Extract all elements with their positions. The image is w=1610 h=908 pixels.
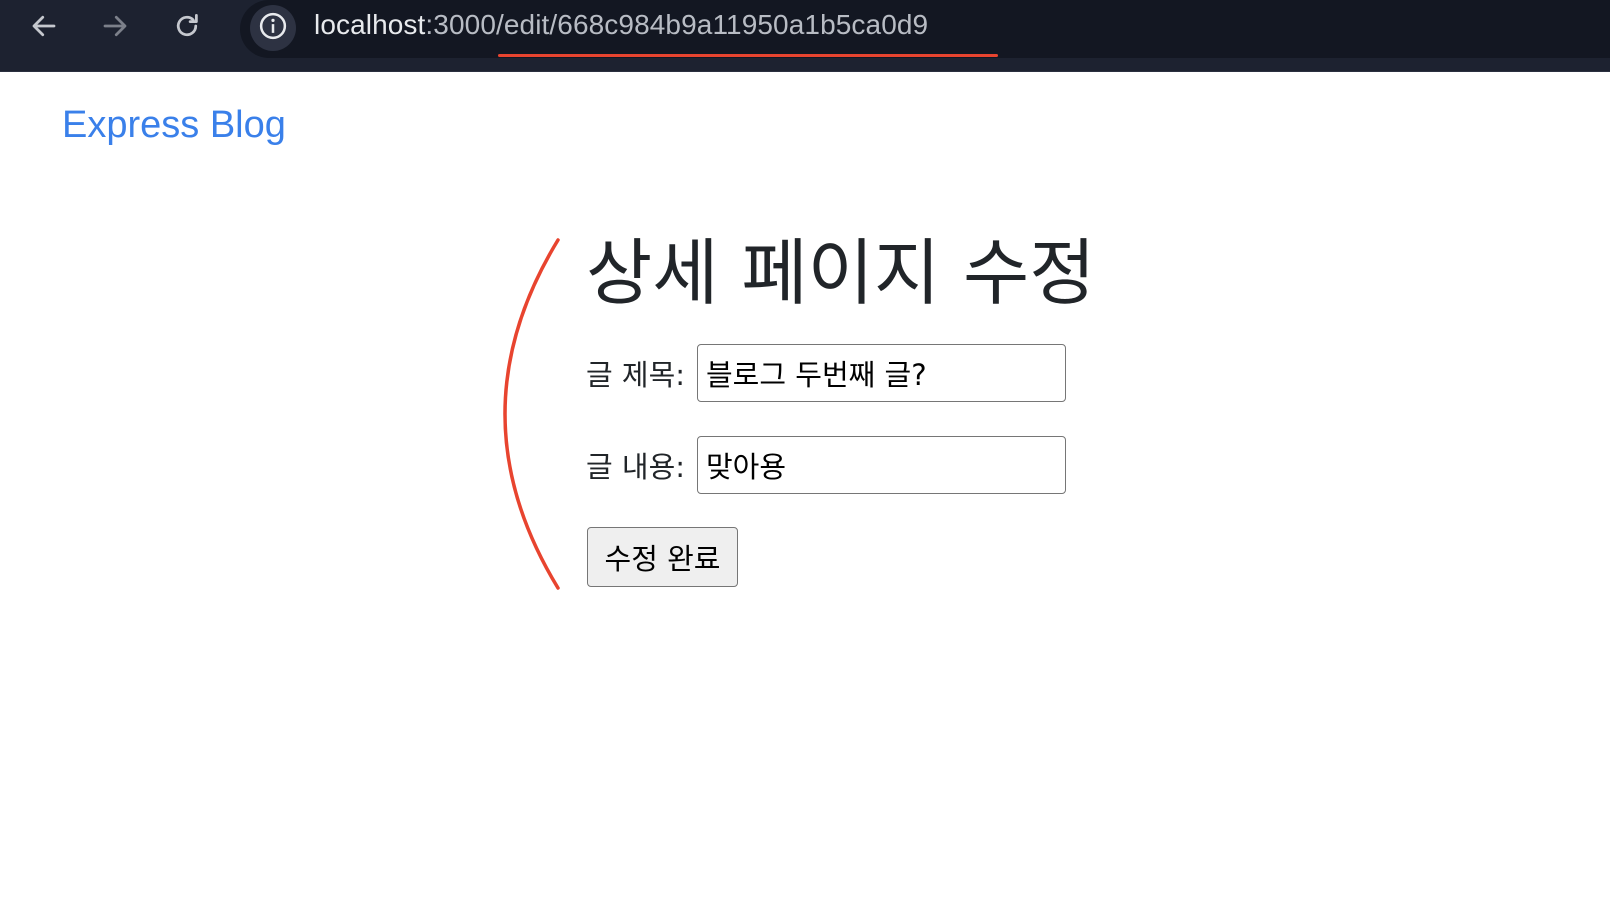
site-info-button[interactable] <box>250 5 296 51</box>
annotation-arc <box>490 236 560 596</box>
address-bar[interactable]: localhost:3000/edit/668c984b9a11950a1b5c… <box>240 0 1610 58</box>
url-host: localhost <box>314 9 426 40</box>
reload-icon <box>172 11 202 41</box>
submit-edit-button[interactable]: 수정 완료 <box>587 527 738 587</box>
page-title: 상세 페이지 수정 <box>586 231 1096 315</box>
url-path: :3000/edit/668c984b9a11950a1b5ca0d9 <box>425 9 929 40</box>
info-icon <box>258 11 288 45</box>
browser-toolbar: localhost:3000/edit/668c984b9a11950a1b5c… <box>0 0 1610 72</box>
back-button[interactable] <box>24 6 64 46</box>
arrow-right-icon <box>100 11 130 41</box>
content-input[interactable] <box>697 436 1066 494</box>
url-annotation-underline <box>498 54 998 57</box>
title-input[interactable] <box>697 344 1066 402</box>
reload-button[interactable] <box>167 6 207 46</box>
content-label: 글 내용: <box>586 450 686 484</box>
forward-button[interactable] <box>95 6 135 46</box>
arrow-left-icon <box>29 11 59 41</box>
brand-link[interactable]: Express Blog <box>62 104 286 147</box>
title-label: 글 제목: <box>586 358 686 392</box>
url-text[interactable]: localhost:3000/edit/668c984b9a11950a1b5c… <box>314 9 928 41</box>
